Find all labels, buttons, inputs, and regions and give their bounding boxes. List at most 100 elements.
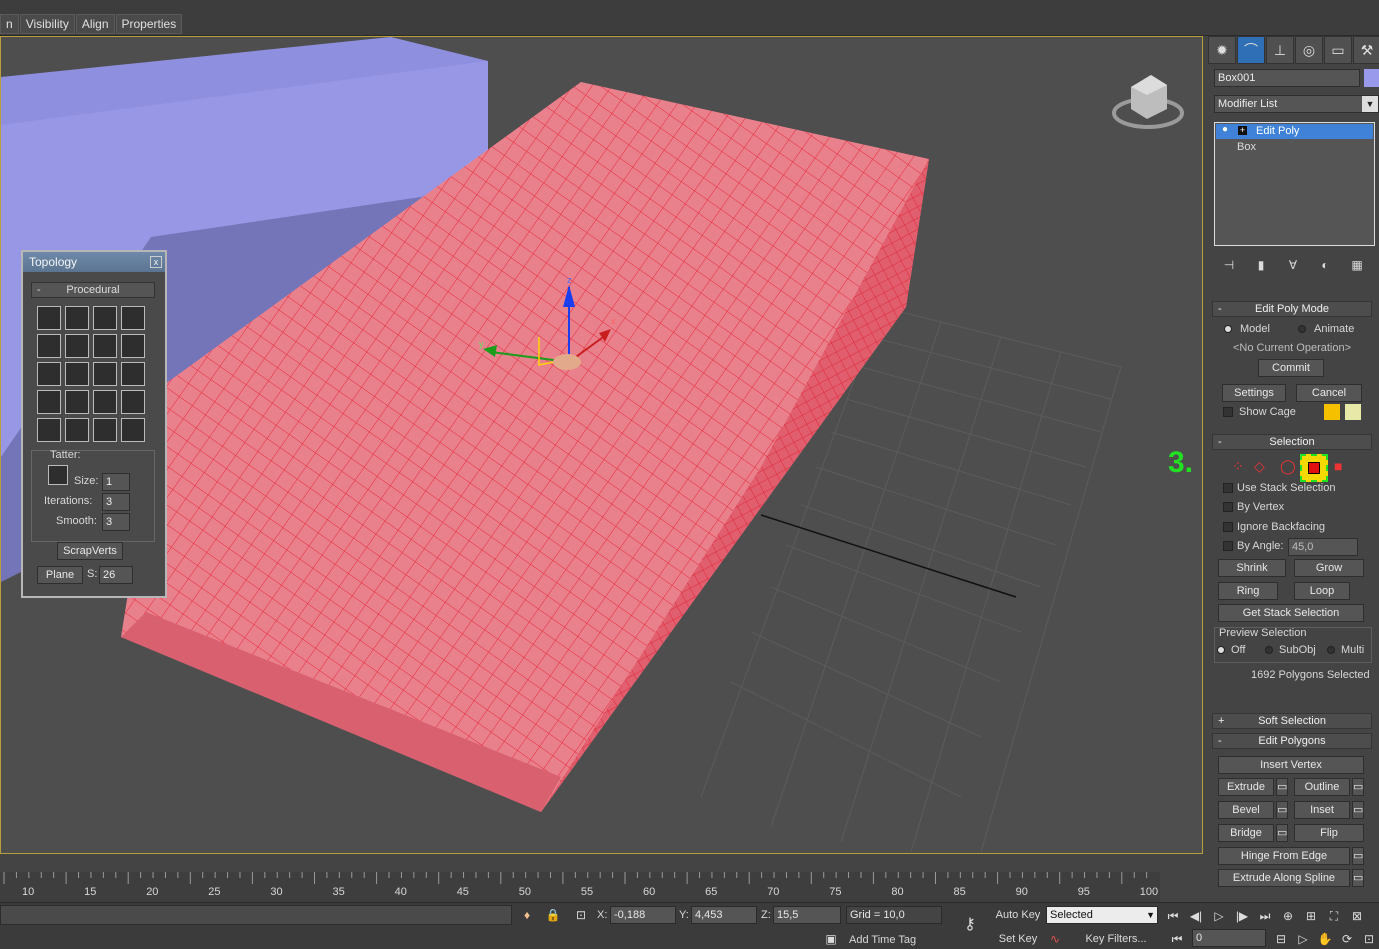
- commit-button[interactable]: Commit: [1258, 359, 1324, 377]
- pattern-tile[interactable]: [93, 306, 117, 330]
- by-angle-checkbox[interactable]: [1223, 541, 1233, 551]
- show-end-result-icon[interactable]: ▮: [1252, 256, 1270, 274]
- shrink-button[interactable]: Shrink: [1218, 559, 1286, 577]
- bridge-settings-icon[interactable]: ▭: [1276, 824, 1288, 842]
- extrude-along-spline-button[interactable]: Extrude Along Spline: [1218, 869, 1350, 887]
- time-config-icon[interactable]: ⊟: [1272, 930, 1290, 948]
- pattern-tile[interactable]: [37, 362, 61, 386]
- field-of-view-icon[interactable]: ▷: [1294, 930, 1312, 948]
- edit-polygons-rollout-header[interactable]: - Edit Polygons: [1212, 733, 1372, 749]
- pattern-tile[interactable]: [65, 362, 89, 386]
- vertex-icon[interactable]: ⁘: [1232, 458, 1244, 475]
- modify-icon[interactable]: ⌒: [1237, 36, 1265, 64]
- menu-item-visibility[interactable]: Visibility: [19, 14, 75, 34]
- edge-icon[interactable]: ◇: [1254, 458, 1265, 475]
- pattern-tile[interactable]: [121, 418, 145, 442]
- pattern-tile[interactable]: [37, 334, 61, 358]
- selection-rollout-header[interactable]: - Selection: [1212, 434, 1372, 450]
- go-to-start-icon[interactable]: ⏮: [1164, 907, 1182, 925]
- polygon-icon[interactable]: [1300, 454, 1328, 482]
- absolute-mode-icon[interactable]: ⊡: [572, 906, 590, 924]
- get-stack-selection-button[interactable]: Get Stack Selection: [1218, 604, 1364, 622]
- modifier-list-dropdown[interactable]: Modifier List ▼: [1214, 95, 1379, 113]
- smooth-field[interactable]: 3: [102, 513, 130, 531]
- hinge-settings-icon[interactable]: ▭: [1352, 847, 1364, 865]
- extrude-spline-settings-icon[interactable]: ▭: [1352, 869, 1364, 887]
- pattern-tile[interactable]: [121, 362, 145, 386]
- ring-button[interactable]: Ring: [1218, 582, 1278, 600]
- current-frame-field[interactable]: 0: [1192, 929, 1266, 947]
- lock-icon[interactable]: 🔒: [544, 906, 562, 924]
- play-icon[interactable]: ▷: [1210, 907, 1228, 925]
- y-coordinate-field[interactable]: 4,453: [691, 906, 757, 924]
- auto-key-button[interactable]: Auto Key: [993, 906, 1043, 924]
- pattern-tile[interactable]: [65, 334, 89, 358]
- pin-stack-icon[interactable]: ⊣: [1220, 256, 1238, 274]
- insert-vertex-button[interactable]: Insert Vertex: [1218, 756, 1364, 774]
- light-bulb-icon[interactable]: ●: [1222, 124, 1228, 135]
- utilities-icon[interactable]: ⚒: [1353, 36, 1379, 64]
- show-cage-checkbox[interactable]: [1223, 407, 1233, 417]
- isolate-selection-icon[interactable]: ♦: [518, 906, 536, 924]
- menu-item-properties[interactable]: Properties: [115, 14, 183, 34]
- menu-item-partial[interactable]: n: [0, 14, 19, 34]
- make-unique-icon[interactable]: ∀: [1284, 256, 1302, 274]
- orbit-icon[interactable]: ⟳: [1338, 930, 1356, 948]
- prompt-line[interactable]: [0, 905, 512, 925]
- preview-subobj-radio[interactable]: [1265, 646, 1273, 654]
- time-tag-icon[interactable]: ▣: [822, 930, 840, 948]
- go-to-end-icon[interactable]: ⏭: [1256, 907, 1274, 925]
- border-icon[interactable]: ◯: [1280, 458, 1296, 475]
- bevel-button[interactable]: Bevel: [1218, 801, 1274, 819]
- object-name-field[interactable]: Box001: [1214, 69, 1360, 87]
- element-icon[interactable]: ■: [1334, 458, 1342, 474]
- pattern-tile[interactable]: [121, 334, 145, 358]
- pattern-tile[interactable]: [93, 418, 117, 442]
- stack-item-edit-poly[interactable]: ● + Edit Poly: [1216, 124, 1373, 139]
- configure-modifier-sets-icon[interactable]: ▦: [1348, 256, 1366, 274]
- key-mode-toggle-icon[interactable]: ⏮: [1168, 930, 1186, 948]
- pattern-tile[interactable]: [93, 362, 117, 386]
- menu-item-align[interactable]: Align: [75, 14, 115, 34]
- size-field[interactable]: 1: [102, 473, 130, 491]
- previous-frame-icon[interactable]: ◀|: [1187, 907, 1205, 925]
- ignore-backfacing-checkbox[interactable]: [1223, 522, 1233, 532]
- use-stack-selection-checkbox[interactable]: [1223, 483, 1233, 493]
- flip-button[interactable]: Flip: [1294, 824, 1364, 842]
- animate-radio[interactable]: [1298, 325, 1306, 333]
- pattern-tile[interactable]: [37, 390, 61, 414]
- by-vertex-checkbox[interactable]: [1223, 502, 1233, 512]
- create-icon[interactable]: ✹: [1208, 36, 1236, 64]
- pan-hand-icon[interactable]: ✋: [1316, 930, 1334, 948]
- expand-icon[interactable]: +: [1238, 126, 1247, 135]
- loop-button[interactable]: Loop: [1294, 582, 1350, 600]
- hinge-from-edge-button[interactable]: Hinge From Edge: [1218, 847, 1350, 865]
- cage-selected-color-swatch[interactable]: [1345, 404, 1361, 420]
- preview-multi-radio[interactable]: [1327, 646, 1335, 654]
- timeline-ruler[interactable]: 10 15 20 25 30 35 40 45 50 55 60 65 70 75 80 85 90 95 100: [0, 872, 1160, 902]
- key-filters-button[interactable]: Key Filters...: [1076, 930, 1156, 948]
- preview-off-radio[interactable]: [1217, 646, 1225, 654]
- pattern-tile[interactable]: [37, 418, 61, 442]
- maximize-viewport-icon[interactable]: ⊡: [1360, 930, 1378, 948]
- pattern-tile[interactable]: [93, 390, 117, 414]
- s-field[interactable]: 26: [99, 566, 133, 584]
- model-radio[interactable]: [1224, 325, 1232, 333]
- perspective-viewport[interactable]: z x y: [0, 36, 1203, 854]
- pattern-tile[interactable]: [121, 306, 145, 330]
- procedural-rollout-header[interactable]: - Procedural: [31, 282, 155, 298]
- chevron-down-icon[interactable]: ▼: [1362, 96, 1378, 112]
- z-coordinate-field[interactable]: 15,5: [773, 906, 841, 924]
- zoom-all-icon[interactable]: ⊞: [1302, 907, 1320, 925]
- grow-button[interactable]: Grow: [1294, 559, 1364, 577]
- remove-modifier-icon[interactable]: ◐: [1316, 256, 1334, 274]
- key-mode-dropdown[interactable]: Selected ▼: [1046, 906, 1158, 924]
- key-icon[interactable]: ⚷: [958, 915, 982, 933]
- soft-selection-rollout-header[interactable]: + Soft Selection: [1212, 713, 1372, 729]
- iterations-field[interactable]: 3: [102, 493, 130, 511]
- scrapverts-button[interactable]: ScrapVerts: [57, 542, 123, 560]
- tatter-button[interactable]: [48, 465, 68, 485]
- chevron-down-icon[interactable]: ▼: [1146, 907, 1155, 923]
- pattern-tile[interactable]: [65, 390, 89, 414]
- cancel-button[interactable]: Cancel: [1296, 384, 1362, 402]
